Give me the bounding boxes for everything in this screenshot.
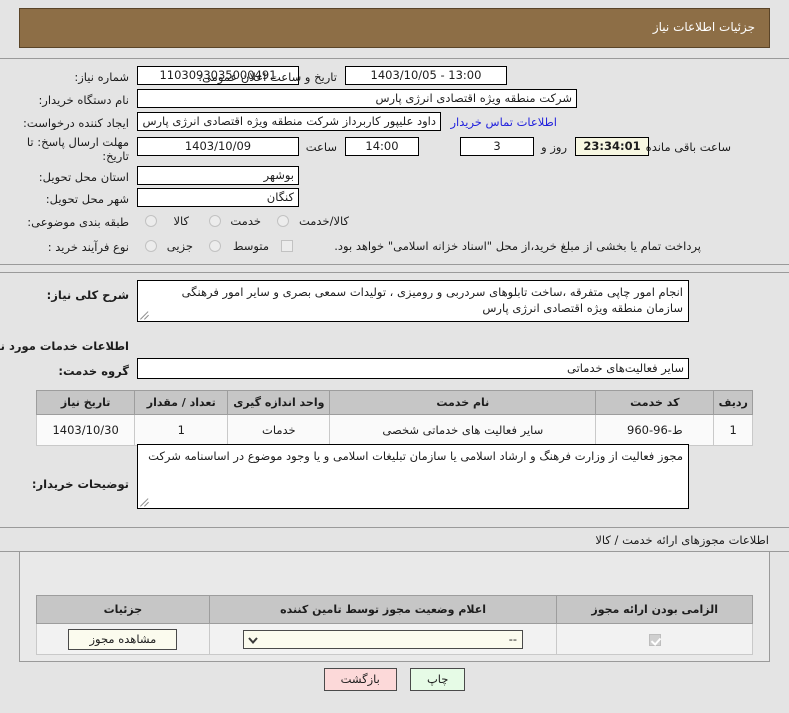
general-description-label: شرح کلی نیاز: bbox=[46, 288, 129, 302]
services-section-heading: اطلاعات خدمات مورد نیاز bbox=[0, 339, 129, 353]
th-permit-required: الزامی بودن ارائه مجوز bbox=[556, 595, 753, 624]
buyer-org-label: نام دستگاه خریدار: bbox=[38, 93, 129, 107]
th-permit-status: اعلام وضعیت مجوز توسط تامین کننده bbox=[208, 595, 558, 624]
service-group-field[interactable]: سایر فعالیت‌های خدماتی bbox=[137, 358, 689, 379]
back-button[interactable]: بازگشت bbox=[323, 668, 397, 691]
cell-unit: خدمات bbox=[227, 414, 331, 446]
radio-process-medium[interactable] bbox=[209, 240, 221, 252]
cell-service-name: سایر فعالیت های خدماتی شخصی bbox=[329, 414, 597, 446]
permits-table: الزامی بودن ارائه مجوز اعلام وضعیت مجوز … bbox=[36, 595, 753, 655]
th-quantity: تعداد / مقدار bbox=[134, 390, 229, 415]
radio-process-minor[interactable] bbox=[145, 240, 157, 252]
general-description-value: انجام امور چاپی متفرقه ،ساخت تابلوهای سر… bbox=[181, 285, 683, 315]
th-need-date: تاریخ نیاز bbox=[35, 390, 136, 415]
deadline-time-field[interactable]: 14:00 bbox=[345, 137, 419, 156]
cell-permit-status: -- bbox=[208, 623, 558, 655]
permit-required-checkbox bbox=[648, 633, 661, 646]
chevron-down-icon bbox=[248, 636, 258, 644]
radio-category-goods-service[interactable] bbox=[277, 215, 289, 227]
view-permit-button[interactable]: مشاهده مجوز bbox=[68, 628, 178, 650]
permits-section-heading: اطلاعات مجوزهای ارائه خدمت / کالا bbox=[595, 533, 769, 547]
buyer-notes-textarea[interactable]: مجوز فعالیت از وزارت فرهنگ و ارشاد اسلام… bbox=[137, 444, 689, 509]
table-row: -- مشاهده مجوز bbox=[36, 623, 753, 655]
table-row: 1 ط-96-960 سایر فعالیت های خدماتی شخصی خ… bbox=[35, 414, 753, 446]
deadline-label: مهلت ارسال پاسخ: تا تاریخ: bbox=[26, 135, 129, 163]
remaining-time-label: ساعت باقی مانده bbox=[645, 140, 731, 154]
hour-label: ساعت bbox=[305, 140, 337, 154]
service-group-label: گروه خدمت: bbox=[58, 364, 129, 378]
treasury-bonds-label: پرداخت تمام یا بخشی از مبلغ خرید،از محل … bbox=[334, 239, 701, 253]
province-field[interactable]: بوشهر bbox=[137, 166, 299, 185]
radio-category-service-label: خدمت bbox=[230, 214, 261, 228]
creator-label: ایجاد کننده درخواست: bbox=[23, 116, 129, 130]
resize-grip-icon[interactable] bbox=[140, 497, 150, 507]
th-service-name: نام خدمت bbox=[329, 390, 597, 415]
radio-process-medium-label: متوسط bbox=[232, 239, 269, 253]
cell-need-date: 1403/10/30 bbox=[35, 414, 136, 446]
announcement-label: تاریخ و ساعت اعلان عمومی: bbox=[198, 70, 337, 84]
days-remaining-field[interactable]: 3 bbox=[460, 137, 534, 156]
process-type-label: نوع فرآیند خرید : bbox=[47, 240, 129, 254]
cell-row-index: 1 bbox=[713, 414, 753, 446]
th-row-index: ردیف bbox=[713, 390, 753, 415]
city-label: شهر محل تحویل: bbox=[45, 192, 129, 206]
countdown-field: 23:34:01 bbox=[575, 137, 649, 156]
cell-permit-required bbox=[556, 623, 753, 655]
radio-category-goods-label: کالا bbox=[173, 214, 189, 228]
radio-category-goods-service-label: کالا/خدمت bbox=[298, 214, 349, 228]
footer-actions: چاپ بازگشت bbox=[0, 668, 789, 713]
city-field[interactable]: کنگان bbox=[137, 188, 299, 207]
general-description-textarea[interactable]: انجام امور چاپی متفرقه ،ساخت تابلوهای سر… bbox=[137, 280, 689, 322]
buyer-org-field[interactable]: شرکت منطقه ویژه اقتصادی انرژی پارس bbox=[137, 89, 577, 108]
th-permit-details: جزئیات bbox=[36, 595, 210, 624]
need-number-label: شماره نیاز: bbox=[74, 70, 129, 84]
page-root: AriaTender.net جزئیات اطلاعات نیاز شماره… bbox=[0, 0, 789, 713]
page-title: جزئیات اطلاعات نیاز bbox=[652, 20, 755, 34]
th-service-code: کد خدمت bbox=[595, 390, 715, 415]
permit-status-select[interactable]: -- bbox=[243, 629, 524, 649]
resize-grip-icon[interactable] bbox=[140, 310, 150, 320]
cell-permit-details: مشاهده مجوز bbox=[36, 623, 210, 655]
buyer-notes-label: توضیحات خریدار: bbox=[31, 477, 129, 491]
permits-table-header-row: الزامی بودن ارائه مجوز اعلام وضعیت مجوز … bbox=[36, 595, 753, 624]
th-unit: واحد اندازه گیری bbox=[227, 390, 331, 415]
announcement-field[interactable]: 13:00 - 1403/10/05 bbox=[345, 66, 507, 85]
permit-status-value: -- bbox=[508, 631, 518, 646]
print-button[interactable]: چاپ bbox=[409, 668, 466, 691]
page-title-bar: جزئیات اطلاعات نیاز bbox=[19, 8, 770, 48]
buyer-notes-value: مجوز فعالیت از وزارت فرهنگ و ارشاد اسلام… bbox=[148, 449, 683, 463]
radio-category-service[interactable] bbox=[209, 215, 221, 227]
cell-service-code: ط-96-960 bbox=[595, 414, 715, 446]
radio-process-minor-label: جزیی bbox=[166, 239, 193, 253]
province-label: استان محل تحویل: bbox=[38, 170, 129, 184]
services-table: ردیف کد خدمت نام خدمت واحد اندازه گیری ت… bbox=[35, 390, 753, 446]
buyer-contact-link[interactable]: اطلاعات تماس خریدار bbox=[450, 115, 557, 129]
services-table-header-row: ردیف کد خدمت نام خدمت واحد اندازه گیری ت… bbox=[35, 390, 753, 415]
radio-category-goods[interactable] bbox=[145, 215, 157, 227]
days-word-label: روز و bbox=[541, 140, 567, 154]
deadline-date-field[interactable]: 1403/10/09 bbox=[137, 137, 299, 156]
treasury-bonds-checkbox[interactable] bbox=[281, 240, 293, 252]
category-label: طبقه بندی موضوعی: bbox=[27, 215, 129, 229]
cell-quantity: 1 bbox=[134, 414, 229, 446]
creator-field[interactable]: داود علیپور کاربرداز شرکت منطقه ویژه اقت… bbox=[137, 112, 441, 131]
